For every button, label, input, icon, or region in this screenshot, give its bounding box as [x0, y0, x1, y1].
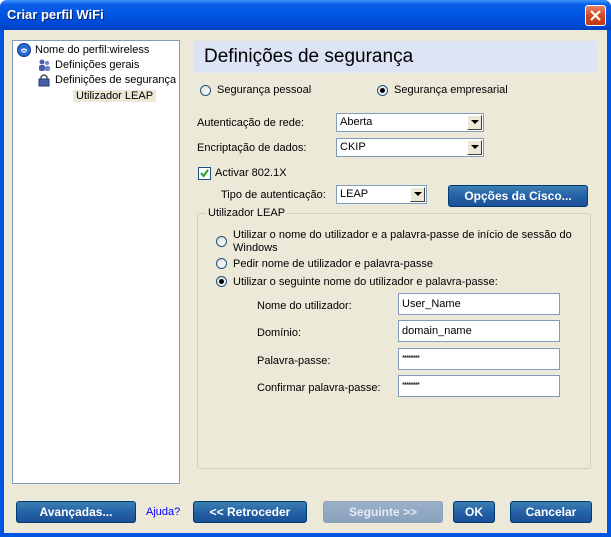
tree-item-leap-user[interactable]: Utilizador LEAP [73, 89, 157, 103]
username-value: User_Name [402, 298, 461, 310]
data-encryption-value: CKIP [340, 141, 366, 153]
use-following-credentials-radio[interactable] [216, 276, 227, 287]
checkmark-icon [200, 169, 209, 178]
use-following-credentials-label: Utilizar o seguinte nome do utilizador e… [233, 276, 498, 288]
personal-security-radio[interactable] [200, 85, 211, 96]
enterprise-security-label: Segurança empresarial [394, 84, 508, 96]
cisco-options-button[interactable]: Opções da Cisco... [448, 185, 588, 207]
confirm-password-label: Confirmar palavra-passe: [257, 382, 381, 394]
enable-8021x-checkbox[interactable] [198, 167, 211, 180]
chevron-down-icon [471, 145, 479, 149]
section-header: Definições de segurança [194, 41, 597, 73]
close-icon [590, 10, 601, 21]
auth-type-dropdown-button[interactable] [410, 187, 425, 202]
dialog-body: Nome do perfil:wireless Definições gerai… [4, 30, 607, 533]
password-label: Palavra-passe: [257, 355, 331, 367]
leap-group-title: Utilizador LEAP [206, 207, 288, 219]
personal-security-label: Segurança pessoal [217, 84, 312, 96]
confirm-password-value: ******** [402, 381, 420, 390]
page-title: Definições de segurança [204, 46, 414, 67]
profile-tree: Nome do perfil:wireless Definições gerai… [12, 40, 180, 484]
next-button[interactable]: Seguinte >> [323, 501, 443, 523]
back-button[interactable]: << Retroceder [193, 501, 307, 523]
data-encryption-dropdown-button[interactable] [467, 140, 482, 155]
help-link[interactable]: Ajuda? [146, 506, 180, 518]
chevron-down-icon [471, 120, 479, 124]
enable-8021x-label: Activar 802.1X [215, 167, 287, 179]
window-title: Criar perfil WiFi [7, 7, 104, 22]
tree-label-general: Definições gerais [55, 59, 140, 71]
domain-label: Domínio: [257, 327, 302, 339]
auth-type-select[interactable]: LEAP [336, 185, 427, 204]
wireless-icon [17, 43, 31, 57]
tree-label-profile: Nome do perfil:wireless [35, 44, 150, 56]
username-label: Nome do utilizador: [257, 300, 352, 312]
network-auth-label: Autenticação de rede: [197, 117, 305, 129]
advanced-button[interactable]: Avançadas... [16, 501, 136, 523]
chevron-down-icon [414, 192, 422, 196]
auth-type-label: Tipo de autenticação: [221, 189, 326, 201]
username-input[interactable]: User_Name [398, 293, 560, 315]
password-value: ******** [402, 354, 420, 363]
use-windows-login-radio[interactable] [216, 236, 227, 247]
use-windows-login-label-line1: Utilizar o nome do utilizador e a palavr… [233, 229, 572, 241]
tree-label-security: Definições de segurança [55, 74, 177, 86]
network-auth-select[interactable]: Aberta [336, 113, 484, 132]
cancel-button[interactable]: Cancelar [510, 501, 592, 523]
close-button[interactable] [585, 5, 606, 26]
data-encryption-label: Encriptação de dados: [197, 142, 307, 154]
password-input[interactable]: ******** [398, 348, 560, 370]
confirm-password-input[interactable]: ******** [398, 375, 560, 397]
network-auth-value: Aberta [340, 116, 373, 128]
prompt-credentials-label: Pedir nome de utilizador e palavra-passe [233, 258, 433, 270]
tree-label-leap-user: Utilizador LEAP [73, 90, 157, 102]
users-icon [39, 59, 50, 71]
domain-input[interactable]: domain_name [398, 320, 560, 342]
dialog-window: Criar perfil WiFi Nome do perfil:wireles… [0, 0, 611, 537]
prompt-credentials-radio[interactable] [216, 258, 227, 269]
title-bar: Criar perfil WiFi [0, 0, 611, 30]
domain-value: domain_name [402, 325, 472, 337]
ok-button[interactable]: OK [453, 501, 495, 523]
auth-type-value: LEAP [340, 188, 369, 200]
data-encryption-select[interactable]: CKIP [336, 138, 484, 157]
enterprise-security-radio[interactable] [377, 85, 388, 96]
leap-user-group: Utilizador LEAP Utilizar o nome do utili… [197, 207, 591, 469]
use-windows-login-label-line2: Windows [233, 242, 278, 254]
network-auth-dropdown-button[interactable] [467, 115, 482, 130]
lock-icon [38, 74, 50, 87]
